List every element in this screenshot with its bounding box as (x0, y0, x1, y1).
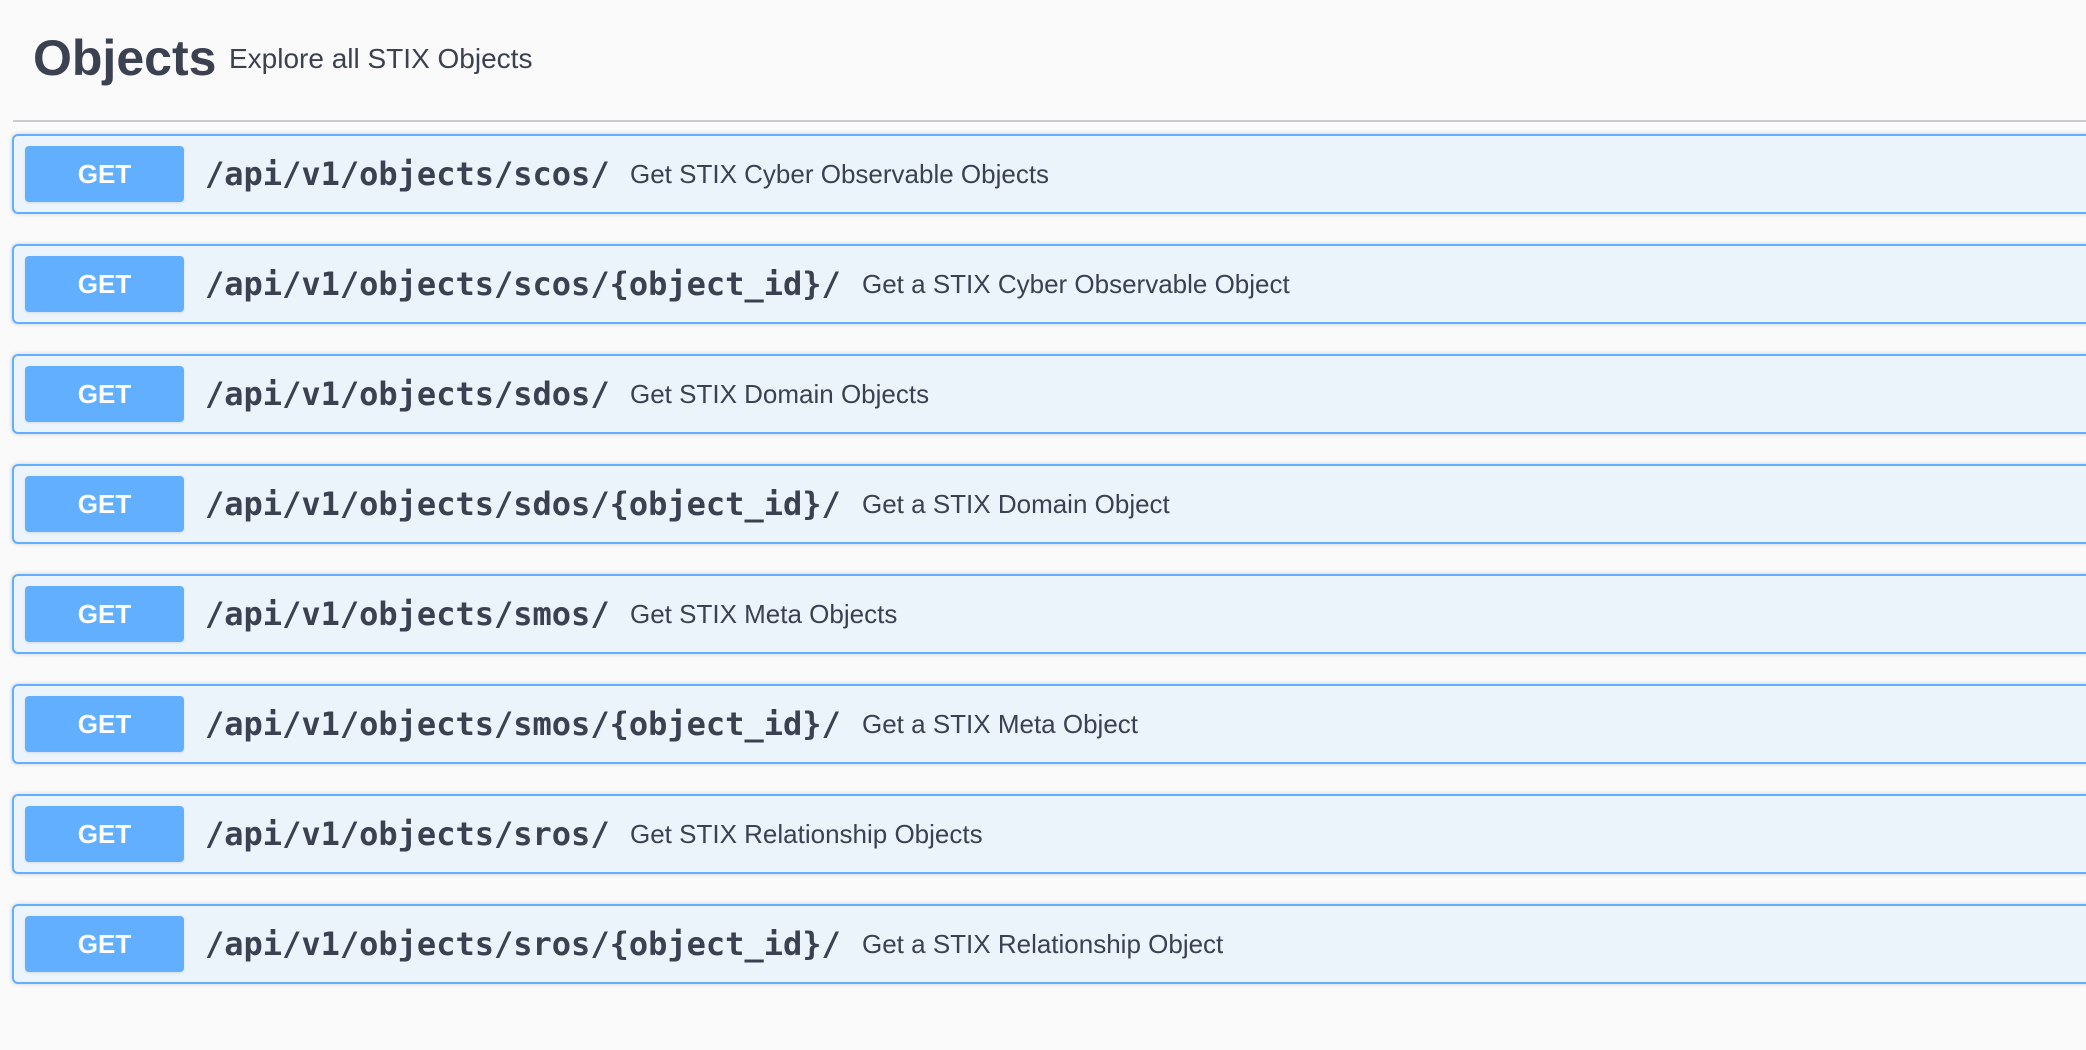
operation-summary: Get a STIX Relationship Object (862, 929, 1224, 959)
operation-summary: Get STIX Cyber Observable Objects (630, 159, 1050, 189)
method-badge: GET (25, 146, 184, 202)
operation-get-scos-by-id[interactable]: GET /api/v1/objects/scos/{object_id}/ Ge… (12, 244, 2086, 324)
operation-get-sdos-by-id[interactable]: GET /api/v1/objects/sdos/{object_id}/ Ge… (12, 464, 2086, 544)
operation-summary: Get a STIX Domain Object (862, 489, 1170, 519)
method-badge: GET (25, 586, 184, 642)
operation-path: /api/v1/objects/scos/{object_id}/ (205, 265, 841, 303)
operation-path: /api/v1/objects/scos/ (205, 155, 610, 193)
method-badge: GET (25, 256, 184, 312)
operation-summary: Get a STIX Cyber Observable Object (862, 269, 1290, 299)
operation-path: /api/v1/objects/smos/{object_id}/ (205, 705, 841, 743)
operation-summary: Get STIX Meta Objects (630, 599, 898, 629)
method-badge: GET (25, 696, 184, 752)
operation-path: /api/v1/objects/sdos/{object_id}/ (205, 485, 841, 523)
operation-summary: Get STIX Domain Objects (630, 379, 930, 409)
operation-summary: Get a STIX Meta Object (862, 709, 1138, 739)
section-description: Explore all STIX Objects (229, 43, 533, 74)
method-badge: GET (25, 916, 184, 972)
operation-path: /api/v1/objects/sros/{object_id}/ (205, 925, 841, 963)
operation-get-sros[interactable]: GET /api/v1/objects/sros/ Get STIX Relat… (12, 794, 2086, 874)
method-badge: GET (25, 806, 184, 862)
operation-get-scos[interactable]: GET /api/v1/objects/scos/ Get STIX Cyber… (12, 134, 2086, 214)
section-header[interactable]: Objects Explore all STIX Objects (13, 0, 2086, 122)
operation-get-smos[interactable]: GET /api/v1/objects/smos/ Get STIX Meta … (12, 574, 2086, 654)
operation-path: /api/v1/objects/sdos/ (205, 375, 610, 413)
section-title: Objects (33, 30, 217, 86)
operation-path: /api/v1/objects/smos/ (205, 595, 610, 633)
operation-summary: Get STIX Relationship Objects (630, 819, 983, 849)
method-badge: GET (25, 366, 184, 422)
operation-path: /api/v1/objects/sros/ (205, 815, 610, 853)
operation-get-smos-by-id[interactable]: GET /api/v1/objects/smos/{object_id}/ Ge… (12, 684, 2086, 764)
operation-get-sros-by-id[interactable]: GET /api/v1/objects/sros/{object_id}/ Ge… (12, 904, 2086, 984)
method-badge: GET (25, 476, 184, 532)
operation-get-sdos[interactable]: GET /api/v1/objects/sdos/ Get STIX Domai… (12, 354, 2086, 434)
